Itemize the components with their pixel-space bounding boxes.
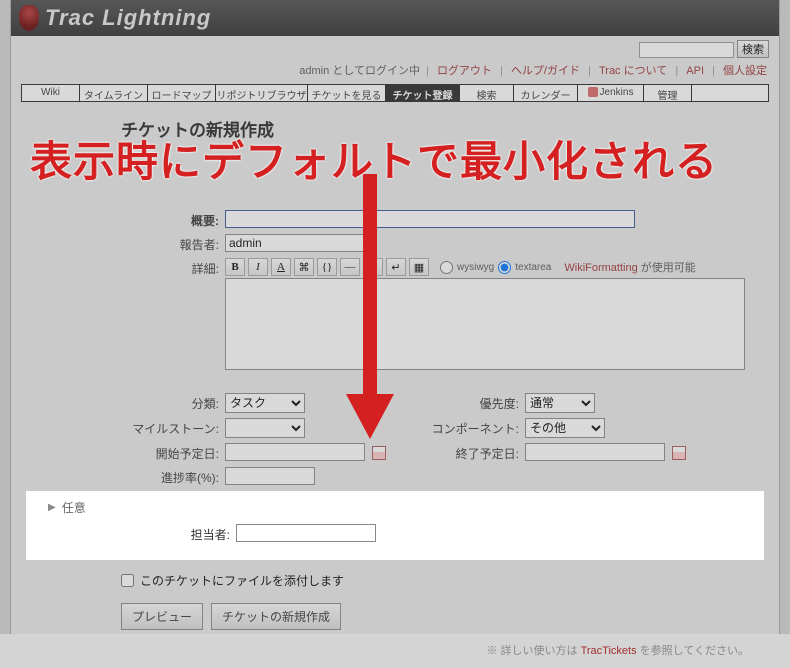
logged-in-text: admin としてログイン中 [299,65,420,77]
toolbar-underline-icon[interactable]: A [271,258,291,276]
component-select[interactable]: その他 [525,418,605,438]
top-search-input[interactable] [639,42,734,58]
tab-roadmap[interactable]: ロードマップ [148,85,216,101]
optional-title: 任意 [62,499,86,516]
owner-input[interactable] [236,524,376,542]
type-select[interactable]: タスク [225,393,305,413]
tab-wiki[interactable]: Wiki [22,85,80,101]
optional-section: ▶ 任意 担当者: [26,491,764,560]
tractickets-link[interactable]: TracTickets [581,645,637,657]
tab-calendar[interactable]: カレンダー [514,85,578,101]
component-label: コンポーネント: [421,418,525,437]
tab-jenkins[interactable]: Jenkins [578,85,644,101]
tab-extra[interactable] [692,85,768,101]
summary-input[interactable] [225,210,635,228]
progress-label: 進捗率(%): [121,467,225,486]
toolbar-bold-icon[interactable]: B [225,258,245,276]
attach-checkbox[interactable] [121,574,134,587]
top-search-button[interactable] [737,40,769,58]
toolbar-code-icon[interactable]: {} [317,258,337,276]
logout-link[interactable]: ログアウト [437,65,492,77]
annotation-arrow-icon [340,174,400,447]
brand-logo-icon [19,5,39,31]
tab-query[interactable]: チケットを見る [308,85,386,101]
toolbar-link-icon[interactable]: ⌘ [294,258,314,276]
toolbar-image-icon[interactable]: ▦ [409,258,429,276]
owner-label: 担当者: [48,524,236,543]
description-label: 詳細: [121,258,225,277]
start-date-label: 開始予定日: [121,443,225,462]
milestone-select[interactable] [225,418,305,438]
prefs-link[interactable]: 個人設定 [723,65,767,77]
wikiformat-link[interactable]: WikiFormatting [564,262,637,274]
wikiformat-note: WikiFormatting が使用可能 [564,259,695,275]
tab-admin[interactable]: 管理 [644,85,692,101]
tab-newticket[interactable]: チケット登録 [386,85,460,101]
brand-name: Trac Lightning [45,5,211,31]
metanav: admin としてログイン中 | ログアウト | ヘルプ/ガイド | Trac … [11,60,779,84]
mainnav: Wiki タイムライン ロードマップ リポジトリブラウザ チケットを見る チケッ… [21,84,769,102]
priority-label: 優先度: [421,393,525,412]
progress-input[interactable] [225,467,315,485]
description-textarea[interactable] [225,278,745,370]
attach-label: このチケットにファイルを添付します [140,572,344,589]
tab-browser[interactable]: リポジトリブラウザ [216,85,308,101]
triangle-right-icon: ▶ [48,502,56,513]
calendar-icon[interactable] [372,446,386,460]
calendar-icon[interactable] [672,446,686,460]
help-note: ※ 詳しい使い方は TracTickets を参照してください。 [121,642,749,658]
type-label: 分類: [121,393,225,412]
help-link[interactable]: ヘルプ/ガイド [511,65,580,77]
api-link[interactable]: API [686,65,704,77]
create-button[interactable]: チケットの新規作成 [211,603,341,630]
about-link[interactable]: Trac について [599,65,667,77]
radio-wysiwyg[interactable] [440,261,453,274]
radio-textarea[interactable] [498,261,511,274]
priority-select[interactable]: 通常 [525,393,595,413]
radio-wysiwyg-label: wysiwyg [457,262,494,273]
wiki-toolbar: B I A ⌘ {} — ¶ ↵ ▦ wysiwyg textarea [225,258,749,276]
tab-search[interactable]: 検索 [460,85,514,101]
end-date-input[interactable] [525,443,665,461]
summary-label: 概要: [121,210,225,229]
preview-button[interactable]: プレビュー [121,603,203,630]
radio-textarea-label: textarea [515,262,551,273]
toolbar-italic-icon[interactable]: I [248,258,268,276]
top-search [11,36,779,60]
tab-timeline[interactable]: タイムライン [80,85,148,101]
optional-header[interactable]: ▶ 任意 [48,499,749,516]
end-date-label: 終了予定日: [421,443,525,462]
annotation-text: 表示時にデフォルトで最小化される [30,128,770,189]
milestone-label: マイルストーン: [121,418,225,437]
brand-bar: Trac Lightning [11,0,779,36]
reporter-label: 報告者: [121,234,225,253]
